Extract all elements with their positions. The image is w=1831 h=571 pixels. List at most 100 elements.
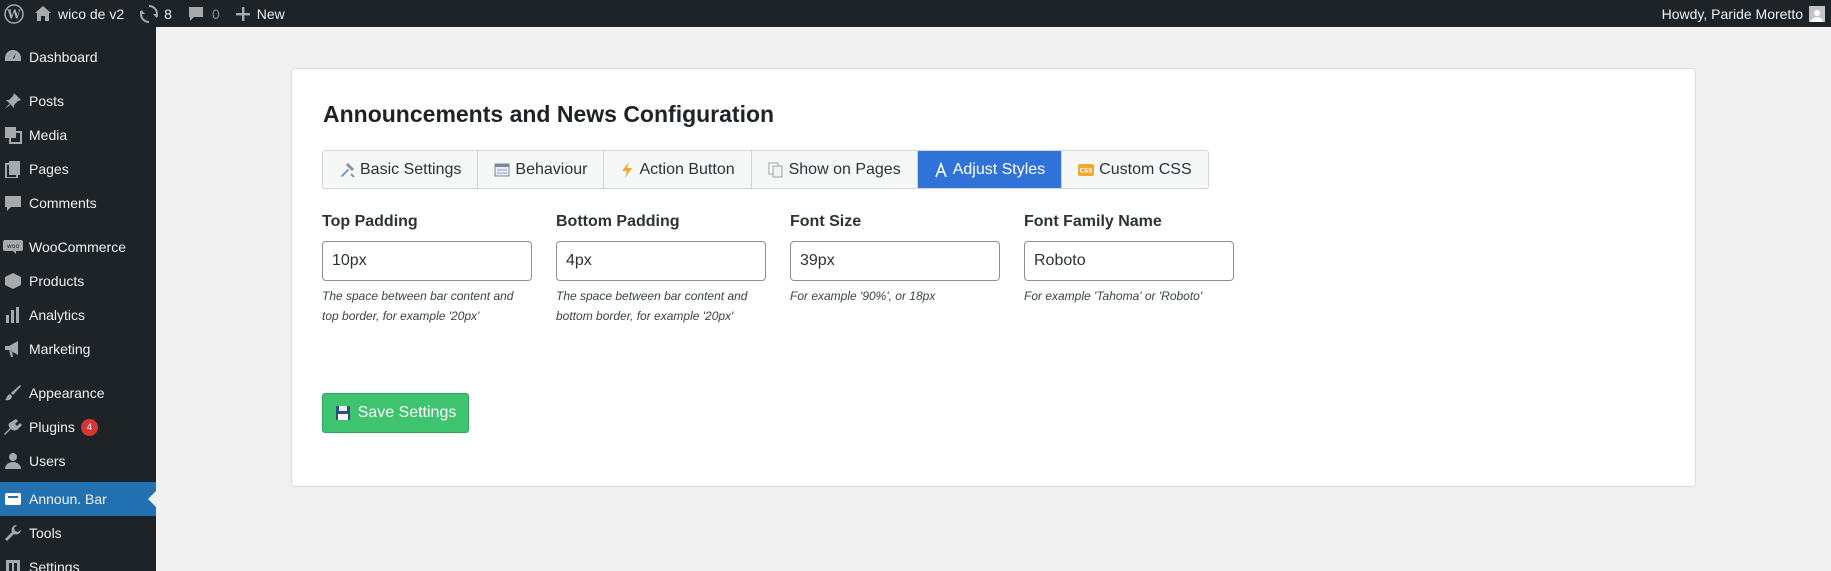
svg-text:CSS: CSS xyxy=(1080,167,1093,174)
tab-behaviour[interactable]: Behaviour xyxy=(478,151,605,188)
media-icon xyxy=(0,126,29,144)
greeting: Howdy, Paride Moretto xyxy=(1661,5,1803,22)
menu-item-comments[interactable]: Comments xyxy=(0,186,156,220)
wrench-icon xyxy=(0,524,29,542)
tab-label: Adjust Styles xyxy=(952,160,1046,178)
tools-icon xyxy=(339,162,355,178)
menu-label: WooCommerce xyxy=(29,239,126,255)
css-icon: CSS xyxy=(1078,163,1095,176)
save-settings-button[interactable]: Save Settings xyxy=(322,393,469,433)
avatar xyxy=(1809,5,1825,22)
comments-link[interactable]: 0 xyxy=(180,0,228,27)
top-padding-input[interactable] xyxy=(322,241,532,281)
settings-tabs: Basic Settings Behaviour Action Button S… xyxy=(322,150,1209,189)
window-icon xyxy=(494,162,510,178)
field-help: The space between bar content and top bo… xyxy=(322,289,514,323)
menu-label: Marketing xyxy=(29,341,91,357)
tab-adjust-styles[interactable]: Adjust Styles xyxy=(917,151,1063,188)
plugins-update-badge: 4 xyxy=(80,418,98,436)
new-label: New xyxy=(256,5,285,22)
menu-item-plugins[interactable]: Plugins 4 xyxy=(0,410,156,444)
field-label: Bottom Padding xyxy=(556,213,680,230)
megaphone-icon xyxy=(0,340,29,358)
menu-item-announ-bar[interactable]: Announ. Bar xyxy=(0,482,156,516)
page-title: Announcements and News Configuration xyxy=(323,101,775,127)
menu-item-settings[interactable]: Settings xyxy=(0,550,156,571)
tab-show-on-pages[interactable]: Show on Pages xyxy=(752,151,918,188)
menu-item-products[interactable]: Products xyxy=(0,264,156,298)
menu-item-dashboard[interactable]: Dashboard xyxy=(0,40,156,74)
field-help: For example 'Tahoma' or 'Roboto' xyxy=(1024,289,1203,303)
menu-label: Plugins xyxy=(29,419,75,435)
pin-icon xyxy=(0,92,29,110)
field-help: The space between bar content and bottom… xyxy=(556,289,748,323)
refresh-icon xyxy=(140,4,159,23)
tab-basic-settings[interactable]: Basic Settings xyxy=(323,151,479,188)
save-button-label: Save Settings xyxy=(357,404,457,421)
new-content-link[interactable]: New xyxy=(228,0,293,27)
tab-custom-css[interactable]: CSS Custom CSS xyxy=(1062,151,1207,188)
bottom-padding-input[interactable] xyxy=(556,241,766,281)
wordpress-logo-icon[interactable]: W xyxy=(0,0,27,27)
comments-count: 0 xyxy=(211,5,220,22)
settings-icon xyxy=(0,558,29,571)
updates-count: 8 xyxy=(164,5,172,22)
menu-label: Settings xyxy=(29,559,80,571)
field-label: Top Padding xyxy=(322,213,418,230)
field-label: Font Family Name xyxy=(1024,213,1162,230)
menu-label: Users xyxy=(29,453,66,469)
menu-item-woocommerce[interactable]: woo WooCommerce xyxy=(0,230,156,264)
lightning-icon xyxy=(620,161,634,178)
tab-label: Action Button xyxy=(639,160,735,178)
menu-label: Announ. Bar xyxy=(29,491,107,507)
menu-item-posts[interactable]: Posts xyxy=(0,84,156,118)
menu-label: Posts xyxy=(29,93,65,109)
copy-icon xyxy=(768,162,784,178)
admin-sidebar: Dashboard Posts Media Pages Comments woo… xyxy=(0,27,156,571)
menu-item-pages[interactable]: Pages xyxy=(0,152,156,186)
menu-item-media[interactable]: Media xyxy=(0,118,156,152)
bar-chart-icon xyxy=(0,306,29,324)
comment-bubble-icon xyxy=(188,6,204,22)
menu-label: Media xyxy=(29,127,68,143)
font-size-field: Font Size For example '90%', or 18px xyxy=(790,213,1002,306)
floppy-disk-icon xyxy=(335,405,351,421)
font-family-input[interactable] xyxy=(1024,241,1234,281)
field-label: Font Size xyxy=(790,213,862,230)
menu-item-users[interactable]: Users xyxy=(0,444,156,478)
admin-bar: W wico de v2 8 0 New Howdy, Paride Moret… xyxy=(0,0,1831,27)
announcement-icon xyxy=(0,493,29,505)
menu-label: Products xyxy=(29,273,85,289)
plug-icon xyxy=(0,418,29,436)
menu-item-appearance[interactable]: Appearance xyxy=(0,376,156,410)
home-icon xyxy=(35,6,51,21)
updates-link[interactable]: 8 xyxy=(132,0,180,27)
menu-item-tools[interactable]: Tools xyxy=(0,516,156,550)
site-name: wico de v2 xyxy=(58,5,125,22)
menu-item-analytics[interactable]: Analytics xyxy=(0,298,156,332)
site-name-link[interactable]: wico de v2 xyxy=(27,0,132,27)
pages-icon xyxy=(0,160,29,178)
tab-label: Show on Pages xyxy=(788,160,901,178)
settings-card: Announcements and News Configuration Bas… xyxy=(291,68,1696,487)
font-size-input[interactable] xyxy=(790,241,1000,281)
comment-icon xyxy=(0,194,29,212)
dashboard-icon xyxy=(0,48,29,66)
tab-action-button[interactable]: Action Button xyxy=(604,151,752,188)
woocommerce-icon: woo xyxy=(0,240,29,254)
menu-label: Comments xyxy=(29,195,97,211)
svg-text:W: W xyxy=(6,7,21,21)
field-help: For example '90%', or 18px xyxy=(790,289,936,303)
menu-label: Appearance xyxy=(29,385,105,401)
menu-item-marketing[interactable]: Marketing xyxy=(0,332,156,366)
svg-text:woo: woo xyxy=(7,243,20,250)
bottom-padding-field: Bottom Padding The space between bar con… xyxy=(556,213,768,326)
brush-icon xyxy=(0,384,29,402)
my-account-link[interactable]: Howdy, Paride Moretto xyxy=(1661,5,1831,22)
menu-label: Tools xyxy=(29,525,62,541)
menu-label: Analytics xyxy=(29,307,86,323)
tab-label: Custom CSS xyxy=(1099,160,1192,178)
user-icon xyxy=(0,452,29,470)
menu-label: Dashboard xyxy=(29,49,98,65)
tab-label: Basic Settings xyxy=(360,160,462,178)
